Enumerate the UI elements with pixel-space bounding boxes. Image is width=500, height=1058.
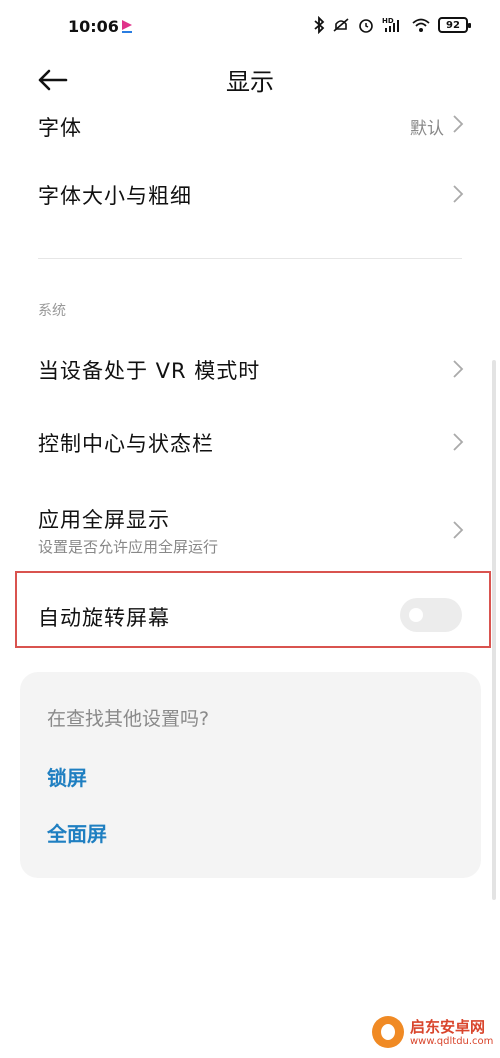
alarm-icon xyxy=(359,19,373,33)
chevron-right-icon xyxy=(453,360,464,378)
page-title: 显示 xyxy=(226,68,274,96)
font-row[interactable]: 字体 默认 xyxy=(0,104,500,138)
mute-icon xyxy=(333,18,349,32)
font-row-value: 默认 xyxy=(410,119,444,138)
scrollbar[interactable] xyxy=(492,360,496,900)
hd-signal-icon: HD xyxy=(382,17,399,32)
font-size-row[interactable]: 字体大小与粗细 xyxy=(0,160,500,228)
chevron-right-icon xyxy=(453,185,464,203)
chevron-right-icon xyxy=(453,521,464,539)
font-size-row-title: 字体大小与粗细 xyxy=(38,184,192,208)
status-time: 10:06 xyxy=(68,17,119,36)
vr-mode-row[interactable]: 当设备处于 VR 模式时 xyxy=(0,335,500,403)
wifi-icon xyxy=(412,18,430,32)
bluetooth-icon xyxy=(314,16,325,34)
control-center-row-title: 控制中心与状态栏 xyxy=(38,432,214,456)
suggest-link-lockscreen[interactable]: 锁屏 xyxy=(47,762,87,791)
vr-mode-row-title: 当设备处于 VR 模式时 xyxy=(38,359,261,383)
toggle-knob xyxy=(409,608,423,622)
app-notification-icon xyxy=(122,20,132,33)
auto-rotate-toggle[interactable] xyxy=(400,598,462,632)
control-center-row[interactable]: 控制中心与状态栏 xyxy=(0,408,500,476)
svg-text:HD: HD xyxy=(382,17,394,25)
watermark-url: www.qdltdu.com xyxy=(410,1036,494,1047)
fullscreen-row-subtitle: 设置是否允许应用全屏运行 xyxy=(38,538,219,556)
divider xyxy=(38,258,462,259)
battery-icon: 92 xyxy=(438,17,471,33)
section-label-system: 系统 xyxy=(38,303,66,319)
suggest-card: 在查找其他设置吗? 锁屏 全面屏 xyxy=(20,672,481,878)
watermark-name: 启东安卓网 xyxy=(410,1018,486,1036)
watermark-logo-icon xyxy=(372,1016,404,1048)
chevron-right-icon xyxy=(453,433,464,451)
watermark: 启东安卓网 www.qdltdu.com xyxy=(372,1014,496,1054)
status-bar: 10:06 HD 92 xyxy=(0,0,500,56)
font-row-title: 字体 xyxy=(38,116,82,138)
suggest-link-fullscreen[interactable]: 全面屏 xyxy=(47,818,107,847)
suggest-title: 在查找其他设置吗? xyxy=(47,708,210,730)
fullscreen-row-title: 应用全屏显示 xyxy=(38,508,170,532)
chevron-right-icon xyxy=(453,115,464,133)
header: 显示 xyxy=(0,56,500,104)
status-icons: HD 92 xyxy=(313,16,471,34)
fullscreen-row[interactable]: 应用全屏显示 设置是否允许应用全屏运行 xyxy=(0,488,500,568)
